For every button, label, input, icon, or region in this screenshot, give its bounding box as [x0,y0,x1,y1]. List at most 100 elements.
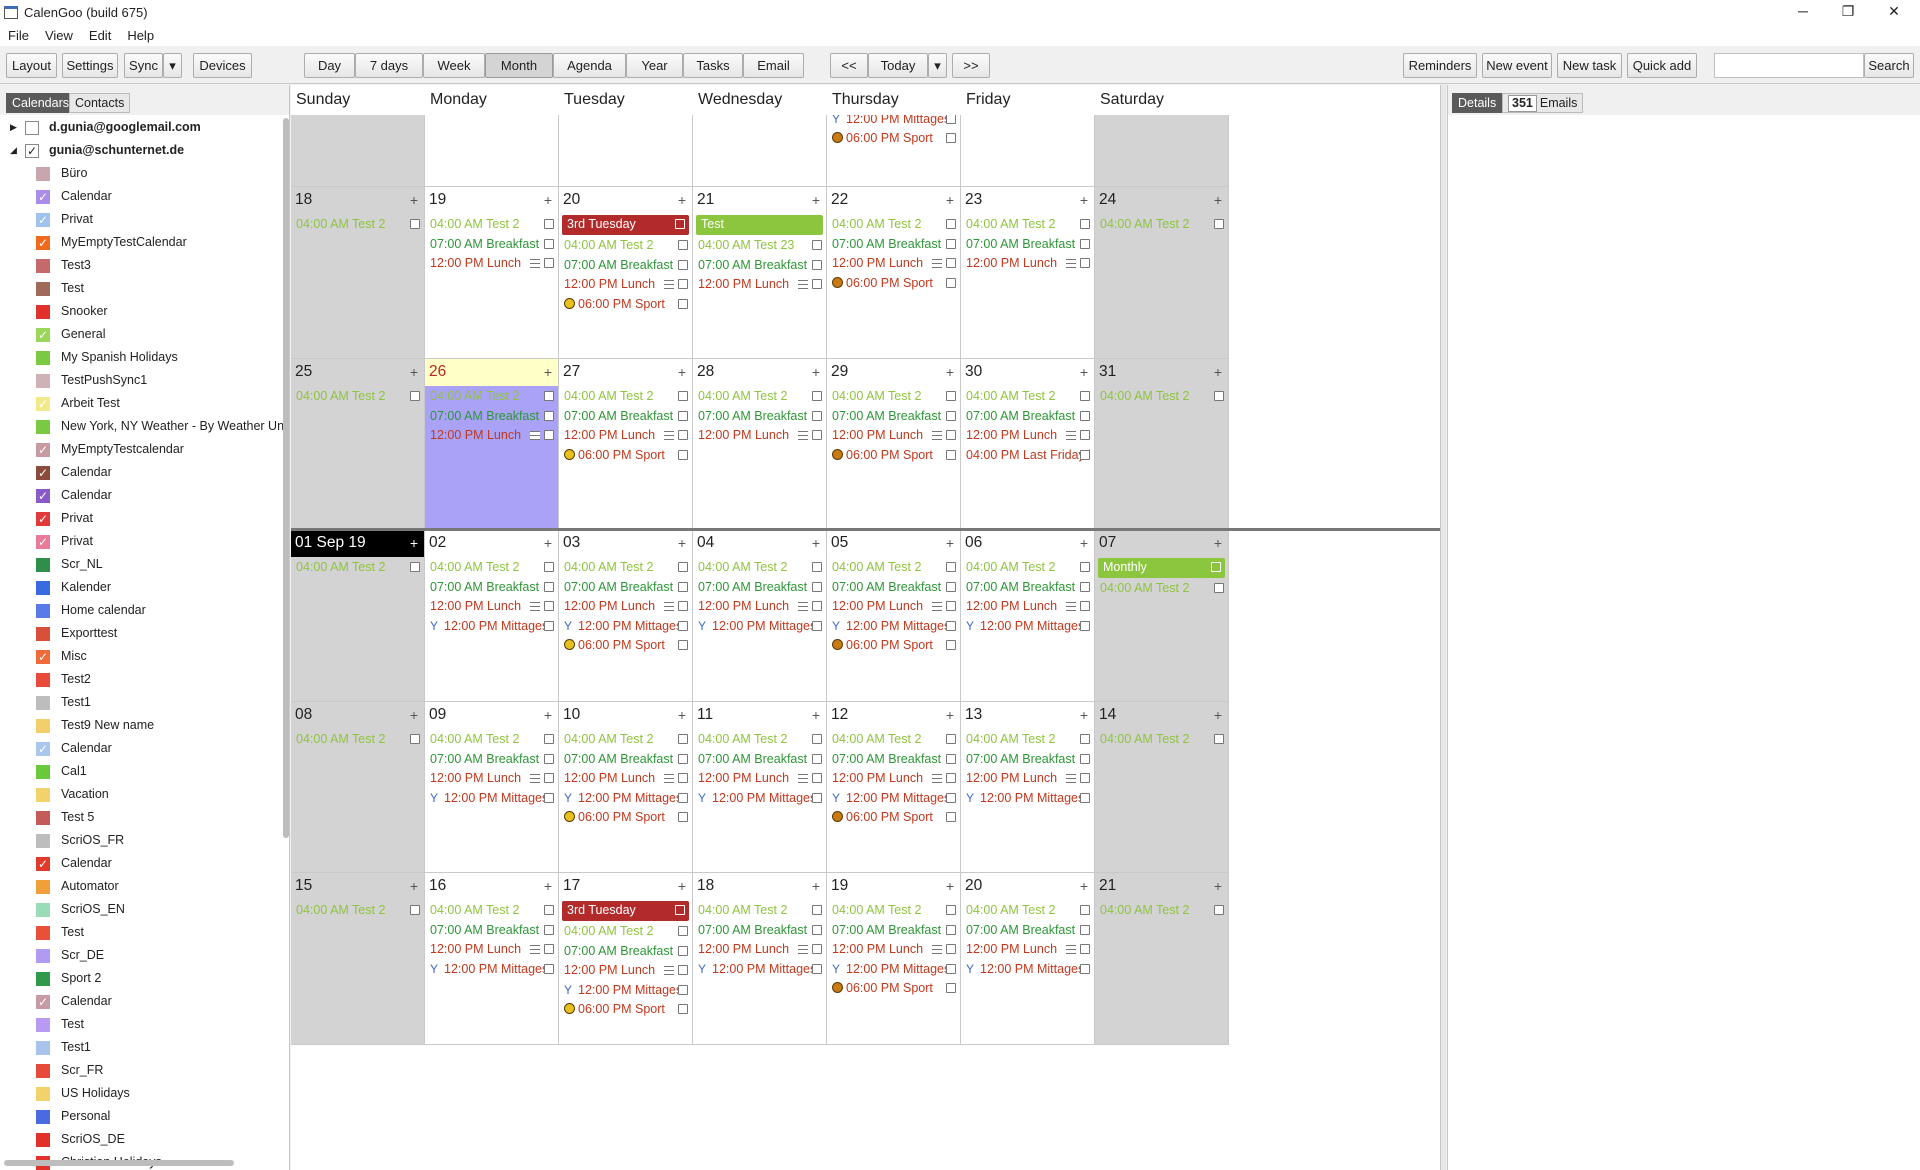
event-item[interactable]: Monthly [1098,558,1225,578]
menu-view[interactable]: View [45,28,73,43]
event-item[interactable]: Y 12:00 PM Mittagesse [564,981,688,1000]
event-item[interactable]: Y 12:00 PM Mittagesse [564,617,688,636]
add-event-plus-icon[interactable]: + [1214,364,1222,380]
day-cell[interactable]: 19 +04:00 AM Test 2 07:00 AM Breakfast 12:0… [425,187,559,359]
calendar-item[interactable]: Scr_NL [0,553,282,576]
event-item[interactable]: 04:00 AM Test 2 [296,387,420,406]
add-event-plus-icon[interactable]: + [678,707,686,723]
calendar-item[interactable]: Exporttest [0,622,282,645]
calendar-item[interactable]: ✓ Privat [0,507,282,530]
calendar-color-checkbox[interactable] [36,420,50,434]
day-cell[interactable]: 14 +04:00 AM Test 2 [1095,702,1229,873]
view-week-button[interactable]: Week [423,53,485,78]
event-item[interactable]: 04:00 AM Test 2 [966,215,1090,234]
event-item[interactable]: 04:00 AM Test 2 [966,730,1090,749]
event-item[interactable]: 12:00 PM Lunch [698,597,822,616]
add-event-plus-icon[interactable]: + [1080,707,1088,723]
new-task-button[interactable]: New task [1557,53,1622,78]
day-cell[interactable]: 22 +04:00 AM Test 2 07:00 AM Breakfast 12:0… [827,187,961,359]
calendar-color-checkbox[interactable] [36,627,50,641]
add-event-plus-icon[interactable]: + [946,535,954,551]
add-event-plus-icon[interactable]: + [946,707,954,723]
event-item[interactable]: 07:00 AM Breakfast [832,750,956,769]
day-cell[interactable]: 01 Sep 19 +04:00 AM Test 2 [291,530,425,702]
event-item[interactable]: 04:00 AM Test 2 [296,558,420,577]
event-item[interactable]: 04:00 AM Test 2 [832,215,956,234]
event-item[interactable]: 12:00 PM Lunch [966,254,1090,273]
calendar-color-checkbox[interactable]: ✓ [36,995,50,1009]
event-item[interactable]: 04:00 AM Test 2 [1100,579,1224,598]
calendar-item[interactable]: US Holidays [0,1082,282,1105]
event-item[interactable]: 07:00 AM Breakfast [966,750,1090,769]
event-item[interactable]: 04:00 AM Test 2 [430,215,554,234]
add-event-plus-icon[interactable]: + [812,364,820,380]
calendar-item[interactable]: ✓ General [0,323,282,346]
calendar-color-checkbox[interactable] [36,949,50,963]
event-item[interactable]: Y 12:00 PM Mittagesse [564,789,688,808]
day-cell[interactable]: 23 +04:00 AM Test 2 07:00 AM Breakfast 12:0… [961,187,1095,359]
calendar-item[interactable]: Kalender [0,576,282,599]
calendar-item[interactable]: Büro [0,162,282,185]
calendar-color-checkbox[interactable]: ✓ [36,213,50,227]
calendar-item[interactable]: ✓ Calendar [0,461,282,484]
event-item[interactable]: 04:00 AM Test 2 [564,922,688,941]
event-item[interactable]: 06:00 PM Sport [564,295,688,314]
panel-splitter[interactable] [1440,85,1446,1170]
add-event-plus-icon[interactable]: + [946,364,954,380]
calendar-color-checkbox[interactable]: ✓ [36,535,50,549]
event-item[interactable]: 07:00 AM Breakfast [966,407,1090,426]
calendar-color-checkbox[interactable] [36,167,50,181]
day-cell[interactable]: 19 +04:00 AM Test 2 07:00 AM Breakfast 12:0… [827,873,961,1045]
day-cell[interactable]: 13 +04:00 AM Test 2 07:00 AM Breakfast 12:0… [961,702,1095,873]
event-item[interactable]: 06:00 PM Sport [564,446,688,465]
calendar-color-checkbox[interactable]: ✓ [36,190,50,204]
calendar-item[interactable]: Vacation [0,783,282,806]
add-event-plus-icon[interactable]: + [812,707,820,723]
event-item[interactable]: 06:00 PM Sport [832,129,956,148]
event-item[interactable]: 12:00 PM Lunch [564,275,688,294]
event-item[interactable]: 12:00 PM Lunch [564,426,688,445]
event-item[interactable]: 06:00 PM Sport [564,636,688,655]
event-item[interactable]: 07:00 AM Breakfast [564,407,688,426]
calendar-color-checkbox[interactable] [36,1018,50,1032]
add-event-plus-icon[interactable]: + [1080,364,1088,380]
day-cell[interactable]: 03 +04:00 AM Test 2 07:00 AM Breakfast 12:0… [559,530,693,702]
event-item[interactable]: 07:00 AM Breakfast [832,578,956,597]
calendar-item[interactable]: Snooker [0,300,282,323]
tab-emails[interactable]: 351 Emails [1502,93,1584,113]
event-item[interactable]: 04:00 AM Test 2 [564,730,688,749]
view-7days-button[interactable]: 7 days [355,53,423,78]
event-item[interactable]: 07:00 AM Breakfast [698,578,822,597]
event-item[interactable]: 04:00 AM Test 2 [966,558,1090,577]
calendar-item[interactable]: New York, NY Weather - By Weather Und [0,415,289,438]
day-cell[interactable]: 02 +04:00 AM Test 2 07:00 AM Breakfast 12:0… [425,530,559,702]
settings-button[interactable]: Settings [62,53,118,78]
calendar-item[interactable]: ✓ Calendar [0,185,282,208]
calendar-item[interactable]: Test2 [0,668,282,691]
minimize-button[interactable]: ─ [1783,0,1823,24]
calendar-color-checkbox[interactable] [36,673,50,687]
calendar-item[interactable]: Scr_DE [0,944,282,967]
calendar-color-checkbox[interactable] [36,374,50,388]
event-item[interactable]: 12:00 PM Lunch [832,769,956,788]
event-item[interactable]: 07:00 AM Breakfast [430,921,554,940]
horizontal-scrollbar[interactable] [4,1160,234,1166]
add-event-plus-icon[interactable]: + [1080,535,1088,551]
search-input[interactable] [1714,53,1864,78]
add-event-plus-icon[interactable]: + [544,878,552,894]
event-item[interactable]: 04:00 AM Test 2 [698,730,822,749]
day-cell[interactable]: 11 +04:00 AM Test 2 07:00 AM Breakfast 12:0… [693,702,827,873]
add-event-plus-icon[interactable]: + [812,535,820,551]
event-item[interactable]: 12:00 PM Lunch [430,769,554,788]
add-event-plus-icon[interactable]: + [812,192,820,208]
day-cell[interactable]: 24 +04:00 AM Test 2 [1095,187,1229,359]
day-cell[interactable] [559,115,693,187]
event-item[interactable]: 12:00 PM Lunch [698,940,822,959]
sync-button[interactable]: Sync [124,53,163,78]
event-item[interactable]: 07:00 AM Breakfast [832,407,956,426]
day-cell[interactable]: 09 +04:00 AM Test 2 07:00 AM Breakfast 12:0… [425,702,559,873]
event-item[interactable]: 04:00 AM Test 2 [832,558,956,577]
search-button[interactable]: Search [1864,53,1914,78]
view-month-button[interactable]: Month [485,53,553,78]
event-item[interactable]: 06:00 PM Sport [832,979,956,998]
